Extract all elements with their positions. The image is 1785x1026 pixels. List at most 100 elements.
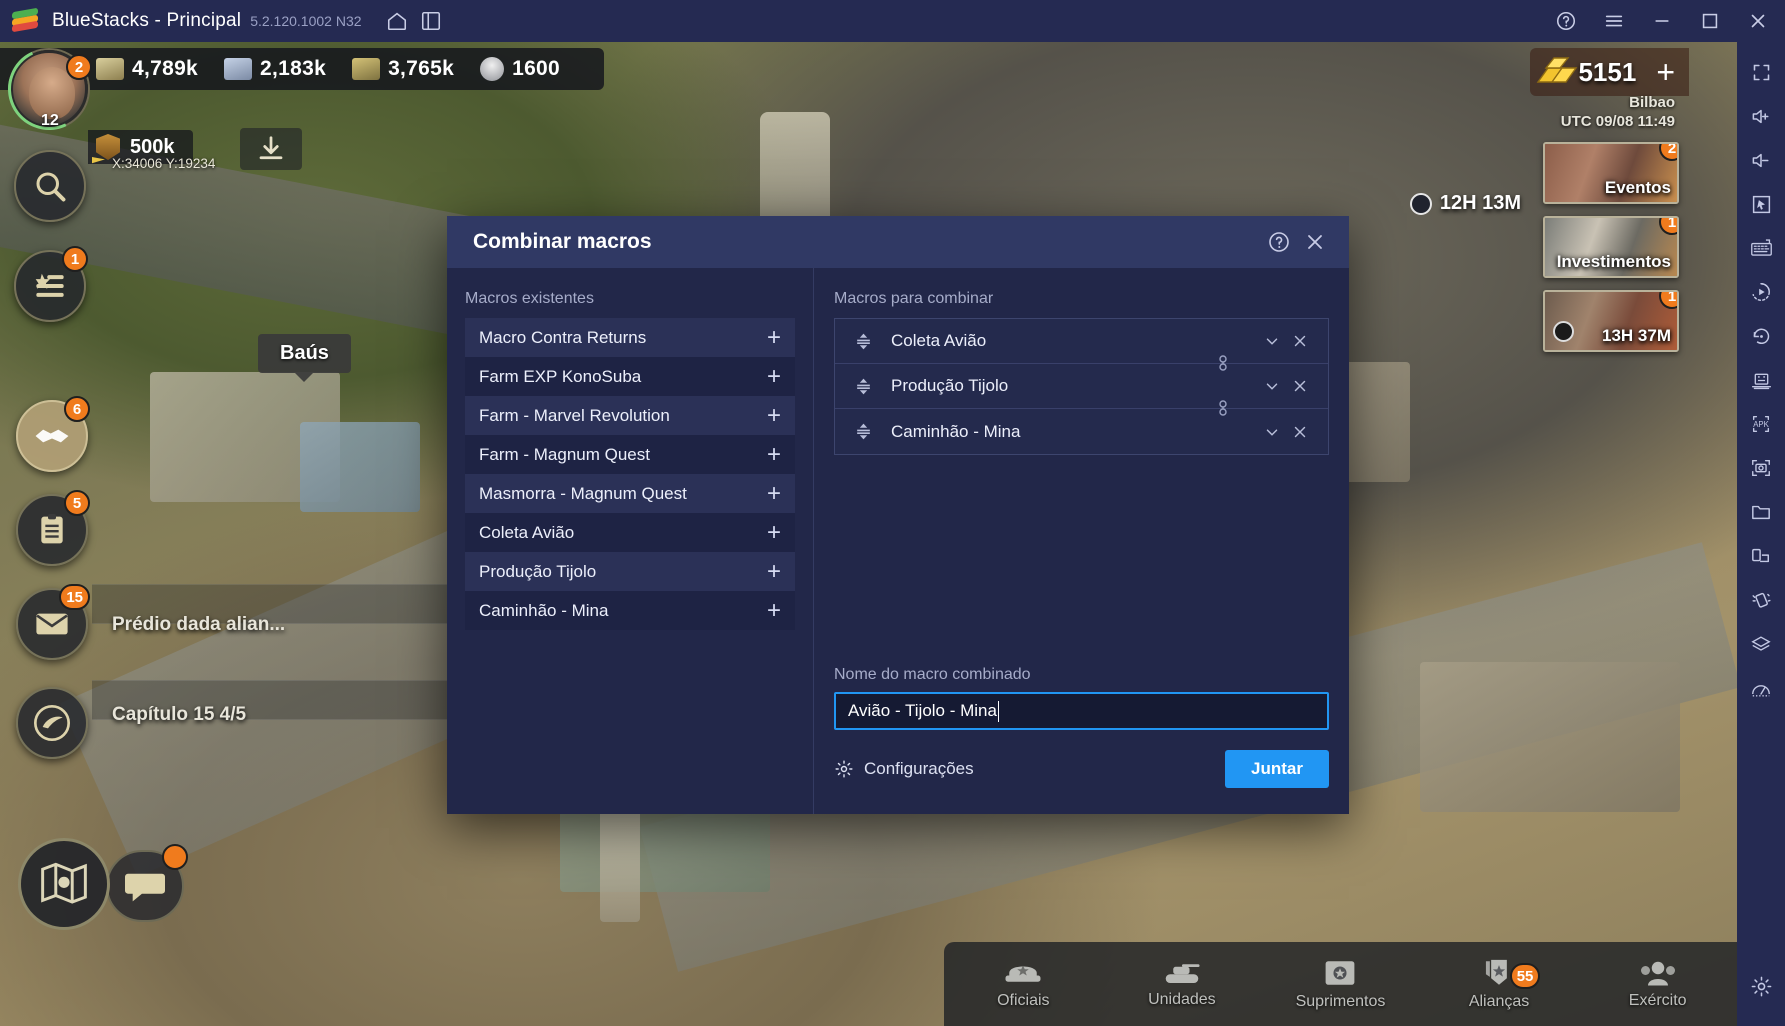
drag-handle-icon[interactable] [849, 327, 877, 355]
event-card-eventos[interactable]: Eventos 2 [1543, 142, 1679, 204]
event-card-investimentos[interactable]: Investimentos 1 [1543, 216, 1679, 278]
chevron-down-icon[interactable] [1258, 372, 1286, 400]
close-icon[interactable] [1741, 4, 1775, 38]
minimize-icon[interactable] [1645, 4, 1679, 38]
add-macro-button[interactable]: + [767, 325, 781, 350]
macro-list-item[interactable]: Produção Tijolo + [465, 552, 795, 591]
fullscreen-icon[interactable] [1741, 50, 1781, 94]
volume-up-icon[interactable] [1741, 94, 1781, 138]
shake-icon[interactable] [1741, 578, 1781, 622]
combine-macros-list: Coleta Avião Produção Tijolo Caminhão - … [834, 318, 1329, 455]
install-apk-icon[interactable]: APK [1741, 402, 1781, 446]
resource-cash-value: 4,789k [132, 57, 199, 80]
macro-list-item[interactable]: Farm - Magnum Quest + [465, 435, 795, 474]
gold-add-button[interactable]: + [1656, 56, 1675, 88]
combine-row[interactable]: Coleta Avião [835, 319, 1328, 371]
combine-row[interactable]: Produção Tijolo [835, 364, 1328, 416]
layers-icon[interactable] [1741, 622, 1781, 666]
keyboard-controls-icon[interactable] [1741, 226, 1781, 270]
maximize-icon[interactable] [1693, 4, 1727, 38]
resource-oil[interactable]: 3,765k [352, 57, 454, 81]
world-map-button[interactable] [18, 838, 110, 930]
link-icon[interactable] [1216, 399, 1232, 417]
march-timer[interactable]: 12H 13M [1409, 192, 1521, 215]
gold-bar[interactable]: 5151 + [1530, 48, 1689, 96]
multi-instance-manager-icon[interactable] [1741, 358, 1781, 402]
macro-name: Farm - Magnum Quest [479, 444, 650, 464]
link-icon[interactable] [1216, 354, 1232, 372]
march-timer-value: 12H 13M [1439, 192, 1521, 214]
search-button[interactable] [14, 150, 86, 222]
add-macro-button[interactable]: + [767, 364, 781, 389]
nav-item-exercito[interactable]: Exército [1578, 958, 1737, 1010]
screen-cast-icon[interactable] [1741, 534, 1781, 578]
home-icon[interactable] [380, 4, 414, 38]
join-button[interactable]: Juntar [1225, 750, 1329, 788]
resource-steel[interactable]: 2,183k [224, 57, 326, 81]
coordinates[interactable]: X:34006 Y:19234 [92, 156, 215, 171]
performance-meter-icon[interactable] [1741, 666, 1781, 710]
drag-handle-icon[interactable] [849, 418, 877, 446]
help-icon[interactable] [1549, 4, 1583, 38]
chat-button[interactable] [106, 844, 188, 922]
add-macro-button[interactable]: + [767, 520, 781, 545]
volume-down-icon[interactable] [1741, 138, 1781, 182]
alliance-help-button[interactable]: 6 [16, 396, 90, 472]
macro-name-input[interactable]: Avião - Tijolo - Mina [834, 692, 1329, 730]
macro-name: Masmorra - Magnum Quest [479, 483, 687, 503]
macro-list-item[interactable]: Coleta Avião + [465, 513, 795, 552]
screenshot-icon[interactable] [1741, 446, 1781, 490]
chevron-down-icon[interactable] [1258, 327, 1286, 355]
settings-button[interactable]: Configurações [834, 759, 974, 779]
resource-steel-value: 2,183k [260, 57, 327, 80]
add-macro-button[interactable]: + [767, 403, 781, 428]
chevron-down-icon[interactable] [1258, 418, 1286, 446]
multi-instance-icon[interactable] [414, 4, 448, 38]
remove-macro-icon[interactable] [1286, 418, 1314, 446]
clock-icon [1409, 192, 1432, 215]
text-caret [997, 700, 1000, 722]
macro-list-item[interactable]: Masmorra - Magnum Quest + [465, 474, 795, 513]
macro-list-item[interactable]: Farm - Marvel Revolution + [465, 396, 795, 435]
add-macro-button[interactable]: + [767, 481, 781, 506]
quest-list-button[interactable]: 1 [14, 246, 88, 322]
chests-tooltip[interactable]: Baús [258, 334, 351, 382]
cursor-icon[interactable] [1741, 182, 1781, 226]
tasks-badge: 5 [64, 490, 90, 516]
resource-manpower[interactable]: 1600 [480, 57, 560, 81]
steel-icon [224, 58, 253, 80]
close-icon[interactable] [1297, 224, 1333, 260]
macro-name: Farm EXP KonoSuba [479, 366, 642, 386]
clock-icon [1553, 321, 1574, 342]
remove-macro-icon[interactable] [1286, 372, 1314, 400]
settings-gear-icon[interactable] [1741, 964, 1781, 1008]
nav-item-aliancas[interactable]: Alianças 55 [1420, 957, 1579, 1011]
macro-list-item[interactable]: Farm EXP KonoSuba + [465, 357, 795, 396]
mail-button[interactable]: 15 [16, 584, 90, 660]
macro-list-item[interactable]: Caminhão - Mina + [465, 591, 795, 630]
chapter-button[interactable] [16, 687, 88, 759]
dialog-title: Combinar macros [473, 230, 652, 253]
download-button[interactable] [240, 128, 302, 170]
add-macro-button[interactable]: + [767, 598, 781, 623]
help-icon[interactable] [1261, 224, 1297, 260]
macro-list-item[interactable]: Macro Contra Returns + [465, 318, 795, 357]
macro-recorder-icon[interactable] [1741, 270, 1781, 314]
flag-icon [92, 157, 105, 170]
nav-item-suprimentos[interactable]: Suprimentos [1261, 957, 1420, 1011]
add-macro-button[interactable]: + [767, 559, 781, 584]
event-card-timer[interactable]: 13H 37M 1 [1543, 290, 1679, 352]
nav-item-unidades[interactable]: Unidades [1103, 959, 1262, 1009]
combine-macros-dialog: Combinar macros Macros existentes Macro … [447, 216, 1349, 814]
remove-macro-icon[interactable] [1286, 327, 1314, 355]
nav-item-oficiais[interactable]: Oficiais [944, 958, 1103, 1010]
rotate-icon[interactable] [1741, 314, 1781, 358]
avatar[interactable]: 12 2 [0, 42, 102, 142]
resource-cash[interactable]: 4,789k [96, 57, 198, 81]
combine-row[interactable]: Caminhão - Mina [835, 409, 1328, 454]
add-macro-button[interactable]: + [767, 442, 781, 467]
media-folder-icon[interactable] [1741, 490, 1781, 534]
tasks-button[interactable]: 5 [16, 490, 90, 566]
hamburger-menu-icon[interactable] [1597, 4, 1631, 38]
drag-handle-icon[interactable] [849, 372, 877, 400]
